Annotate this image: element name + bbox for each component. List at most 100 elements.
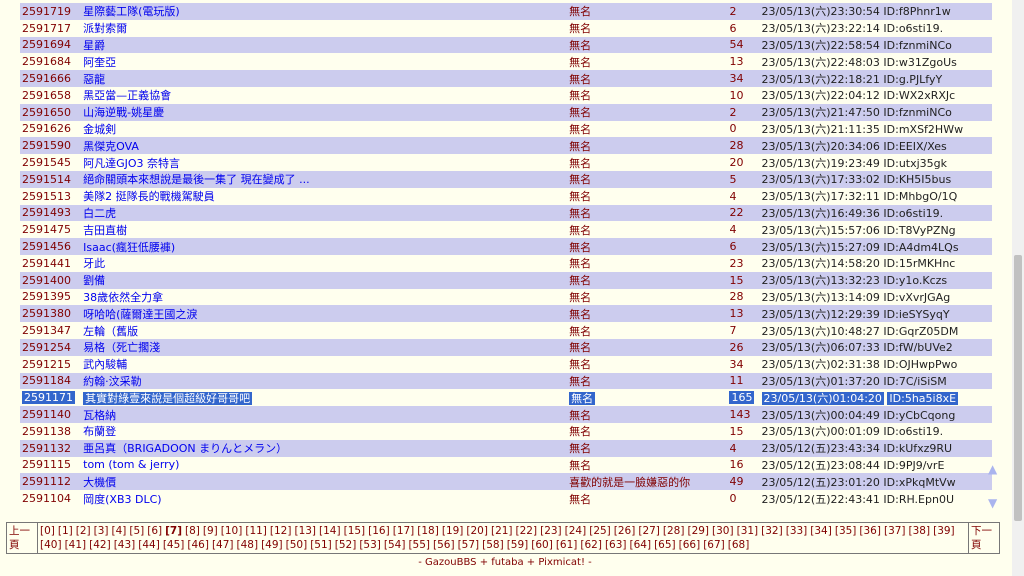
thread-title-link[interactable]: 美隊2 挺隊長的戰機駕駛員 — [83, 190, 215, 203]
page-link[interactable]: [54] — [384, 539, 406, 551]
thread-title-link[interactable]: 約翰·汶采勒 — [83, 375, 142, 388]
scroll-up-arrow-icon[interactable]: ▲ — [988, 462, 997, 476]
thread-title-link[interactable]: 亜呂真（BRIGADOON まりんとメラン） — [83, 442, 287, 455]
page-link[interactable]: [49] — [261, 539, 283, 551]
page-link[interactable]: [15] — [344, 525, 366, 537]
thread-title-link[interactable]: 左輪（舊版 — [83, 325, 138, 338]
page-link[interactable]: [25] — [589, 525, 611, 537]
thread-title-link[interactable]: 黑傑克OVA — [83, 140, 139, 153]
thread-title-link[interactable]: 絕命關頭本來想說是最後一集了 現在變成了 ... — [83, 173, 309, 186]
page-link[interactable]: [41] — [65, 539, 87, 551]
page-link[interactable]: [28] — [663, 525, 685, 537]
page-link[interactable]: [44] — [138, 539, 160, 551]
thread-title-link[interactable]: 大機價 — [83, 476, 116, 489]
page-link[interactable]: [50] — [286, 539, 308, 551]
thread-title-link[interactable]: 星際藝工隊(電玩版) — [83, 5, 180, 18]
page-link[interactable]: [35] — [835, 525, 857, 537]
thread-title-link[interactable]: 38歲依然全力拿 — [83, 291, 163, 304]
vertical-scrollbar[interactable] — [1012, 0, 1024, 576]
page-link[interactable]: [43] — [114, 539, 136, 551]
page-link[interactable]: [13] — [294, 525, 316, 537]
page-link[interactable]: [34] — [810, 525, 832, 537]
page-link[interactable]: [0] — [40, 525, 55, 537]
thread-title-link[interactable]: 呀哈哈(薩爾達王國之淚 — [83, 308, 197, 321]
page-link[interactable]: [65] — [654, 539, 676, 551]
page-link[interactable]: [47] — [212, 539, 234, 551]
thread-title-link[interactable]: 岡度(XB3 DLC) — [83, 493, 161, 506]
page-link[interactable]: [66] — [679, 539, 701, 551]
page-link[interactable]: [57] — [458, 539, 480, 551]
thread-title-link[interactable]: 白二虎 — [83, 207, 116, 220]
page-link[interactable]: [63] — [605, 539, 627, 551]
thread-title-link[interactable]: 黑亞當—正義協會 — [83, 89, 171, 102]
page-link[interactable]: [31] — [737, 525, 759, 537]
page-link[interactable]: [12] — [270, 525, 292, 537]
page-link[interactable]: [68] — [728, 539, 750, 551]
page-link[interactable]: [10] — [221, 525, 243, 537]
thread-title-link[interactable]: 阿奎亞 — [83, 56, 116, 69]
page-link[interactable]: [27] — [638, 525, 660, 537]
page-link[interactable]: [29] — [687, 525, 709, 537]
page-link[interactable]: [55] — [408, 539, 430, 551]
next-page-button[interactable]: 下一頁 — [968, 522, 1000, 554]
page-link[interactable]: [14] — [319, 525, 341, 537]
thread-title-link[interactable]: 金城剣 — [83, 123, 116, 136]
page-link[interactable]: [46] — [187, 539, 209, 551]
page-link[interactable]: [60] — [531, 539, 553, 551]
page-link[interactable]: [18] — [417, 525, 439, 537]
page-link[interactable]: [26] — [614, 525, 636, 537]
thread-title-link[interactable]: 山海逆戰-姚星慶 — [83, 106, 164, 119]
scroll-down-arrow-icon[interactable]: ▼ — [988, 496, 997, 510]
page-link[interactable]: [3] — [94, 525, 109, 537]
page-link[interactable]: [45] — [163, 539, 185, 551]
page-link[interactable]: [16] — [368, 525, 390, 537]
page-link[interactable]: [19] — [442, 525, 464, 537]
page-link[interactable]: [23] — [540, 525, 562, 537]
thread-title-link[interactable]: 星爵 — [83, 39, 105, 52]
thread-title-link[interactable]: 吉田直樹 — [83, 224, 127, 237]
page-link[interactable]: [52] — [335, 539, 357, 551]
thread-title-link[interactable]: 派對索爾 — [83, 22, 127, 35]
page-link[interactable]: [36] — [859, 525, 881, 537]
page-link[interactable]: [2] — [76, 525, 91, 537]
thread-title-link[interactable]: 阿凡達GJO3 奈特言 — [83, 157, 180, 170]
scrollbar-thumb[interactable] — [1014, 255, 1022, 521]
thread-title-link[interactable]: 劉備 — [83, 274, 105, 287]
page-link[interactable]: [53] — [359, 539, 381, 551]
page-link[interactable]: [17] — [393, 525, 415, 537]
thread-title-link[interactable]: 惡龍 — [83, 73, 105, 86]
page-link[interactable]: [42] — [89, 539, 111, 551]
page-link[interactable]: [5] — [129, 525, 144, 537]
page-link[interactable]: [61] — [556, 539, 578, 551]
page-link[interactable]: [67] — [703, 539, 725, 551]
page-link[interactable]: [62] — [580, 539, 602, 551]
page-link[interactable]: [38] — [909, 525, 931, 537]
page-link[interactable]: [6] — [147, 525, 162, 537]
page-link[interactable]: [22] — [516, 525, 538, 537]
page-link[interactable]: [9] — [203, 525, 218, 537]
thread-title-link[interactable]: 牙此 — [83, 257, 105, 270]
page-link[interactable]: [48] — [237, 539, 259, 551]
thread-title-link[interactable]: 瓦格納 — [83, 409, 116, 422]
prev-page-button[interactable]: 上一頁 — [6, 522, 38, 554]
page-link[interactable]: [8] — [185, 525, 200, 537]
page-link[interactable]: [59] — [507, 539, 529, 551]
page-link[interactable]: [40] — [40, 539, 62, 551]
thread-title-link[interactable]: 易格（死亡擱淺 — [83, 341, 160, 354]
thread-title-link[interactable]: 其實對綠壹來說是個超級好哥哥吧 — [83, 391, 253, 405]
page-link[interactable]: [64] — [630, 539, 652, 551]
page-link[interactable]: [58] — [482, 539, 504, 551]
page-link[interactable]: [39] — [933, 525, 955, 537]
thread-title-link[interactable]: Isaac(瘋狂低腰褲) — [83, 241, 175, 254]
page-link[interactable]: [7] — [165, 525, 182, 537]
page-link[interactable]: [56] — [433, 539, 455, 551]
page-link[interactable]: [21] — [491, 525, 513, 537]
thread-title-link[interactable]: 布蘭登 — [83, 425, 116, 438]
page-link[interactable]: [1] — [58, 525, 73, 537]
page-link[interactable]: [51] — [310, 539, 332, 551]
page-link[interactable]: [30] — [712, 525, 734, 537]
thread-title-link[interactable]: tom (tom & jerry) — [83, 458, 179, 471]
page-link[interactable]: [4] — [112, 525, 127, 537]
page-link[interactable]: [33] — [786, 525, 808, 537]
page-link[interactable]: [24] — [565, 525, 587, 537]
